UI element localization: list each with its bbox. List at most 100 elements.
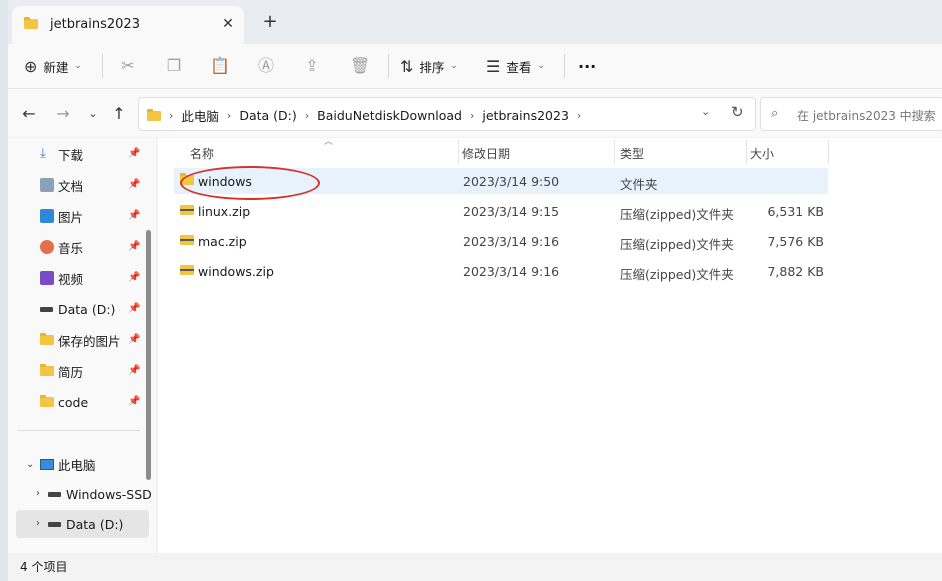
file-name: linux.zip <box>198 204 251 219</box>
drive-icon <box>48 487 62 501</box>
breadcrumb-item[interactable]: BaiduNetdiskDownload <box>317 108 462 123</box>
sidebar-item-label: 此电脑 <box>58 457 96 473</box>
sidebar-item-saved-pictures[interactable]: 保存的图片 📌 <box>16 326 144 354</box>
new-button-label: 新建 <box>43 59 69 75</box>
sidebar-item-resume[interactable]: 简历 📌 <box>16 357 144 385</box>
file-row-windows-zip[interactable]: windows.zip 2023/3/14 9:16 压缩(zipped)文件夹… <box>174 258 828 284</box>
rename-icon[interactable]: Ⓐ <box>256 56 276 76</box>
chevron-right-icon[interactable]: › <box>36 488 40 499</box>
folder-icon <box>40 364 54 378</box>
tab-strip: jetbrains2023 ✕ + <box>8 0 942 44</box>
more-options-button[interactable]: ··· <box>578 52 596 80</box>
toolbar-divider <box>564 54 565 78</box>
item-count: 4 个项目 <box>20 560 68 574</box>
folder-icon <box>40 395 54 409</box>
sort-button[interactable]: ⇅ 排序 ⌄ <box>400 52 458 80</box>
status-bar: 4 个项目 <box>8 553 942 581</box>
sidebar-item-data-d-drive[interactable]: › Data (D:) <box>16 510 149 538</box>
sort-ascending-icon: ︿ <box>324 137 334 147</box>
chevron-down-icon[interactable]: ⌄ <box>26 459 34 470</box>
chevron-right-icon[interactable]: › <box>227 109 231 122</box>
view-list-icon: ☰ <box>486 56 501 76</box>
recent-locations-chevron-icon[interactable]: ⌄ <box>82 103 104 125</box>
address-bar[interactable]: › 此电脑 › Data (D:) › BaiduNetdiskDownload… <box>138 97 756 131</box>
sidebar-scrollbar[interactable] <box>146 230 151 480</box>
tab-title: jetbrains2023 <box>50 17 140 32</box>
sidebar-item-label: Data (D:) <box>66 516 124 532</box>
chevron-right-icon[interactable]: › <box>577 109 581 122</box>
sort-button-label: 排序 <box>419 59 445 75</box>
column-header-size[interactable]: 大小 <box>750 140 774 166</box>
file-size: 6,531 KB <box>767 204 824 219</box>
tab-jetbrains2023[interactable]: jetbrains2023 ✕ <box>12 6 244 44</box>
sidebar-item-data-d[interactable]: Data (D:) 📌 <box>16 295 144 323</box>
delete-icon[interactable]: 🗑 <box>350 56 370 76</box>
column-divider[interactable] <box>746 140 747 164</box>
file-modified: 2023/3/14 9:15 <box>463 204 560 219</box>
pin-icon[interactable]: 📌 <box>128 396 140 407</box>
file-row-linux-zip[interactable]: linux.zip 2023/3/14 9:15 压缩(zipped)文件夹 6… <box>174 198 828 224</box>
file-size: 7,576 KB <box>767 234 824 249</box>
sidebar-item-documents[interactable]: 文档 📌 <box>16 171 144 199</box>
column-divider[interactable] <box>458 140 459 164</box>
annotation-ring <box>180 166 320 200</box>
computer-icon <box>40 457 54 471</box>
chevron-down-icon: ⌄ <box>450 61 458 71</box>
sidebar-item-label: 下载 <box>58 147 84 163</box>
pictures-icon <box>40 209 54 223</box>
pin-icon[interactable]: 📌 <box>128 148 140 159</box>
copy-icon[interactable]: ❐ <box>164 56 184 76</box>
chevron-right-icon[interactable]: › <box>305 109 309 122</box>
column-header-type[interactable]: 类型 <box>620 140 644 166</box>
column-divider[interactable] <box>614 140 615 164</box>
pin-icon[interactable]: 📌 <box>128 272 140 283</box>
close-tab-icon[interactable]: ✕ <box>218 14 238 34</box>
sidebar-item-downloads[interactable]: ⤓ 下载 📌 <box>16 140 144 168</box>
column-divider[interactable] <box>828 140 829 164</box>
file-size: 7,882 KB <box>767 264 824 279</box>
zip-folder-icon <box>180 205 194 215</box>
column-header-modified[interactable]: 修改日期 <box>462 140 510 166</box>
paste-icon[interactable]: 📋 <box>210 56 230 76</box>
file-name: windows.zip <box>198 264 274 279</box>
breadcrumb-item[interactable]: 此电脑 <box>181 106 219 125</box>
chevron-down-icon: ⌄ <box>74 61 82 71</box>
file-row-mac-zip[interactable]: mac.zip 2023/3/14 9:16 压缩(zipped)文件夹 7,5… <box>174 228 828 254</box>
chevron-right-icon[interactable]: › <box>470 109 474 122</box>
breadcrumb-item[interactable]: jetbrains2023 <box>482 108 569 123</box>
new-tab-button[interactable]: + <box>260 12 280 32</box>
refresh-icon[interactable]: ↻ <box>731 103 744 121</box>
sidebar-item-videos[interactable]: 视频 📌 <box>16 264 144 292</box>
pin-icon[interactable]: 📌 <box>128 179 140 190</box>
file-modified: 2023/3/14 9:16 <box>463 264 560 279</box>
forward-arrow-icon[interactable]: → <box>52 103 74 125</box>
download-icon: ⤓ <box>40 146 46 161</box>
sidebar-item-pictures[interactable]: 图片 📌 <box>16 202 144 230</box>
new-button[interactable]: ⊕ 新建 ⌄ <box>24 52 82 80</box>
sidebar-item-this-pc[interactable]: ⌄ 此电脑 <box>16 450 144 478</box>
music-icon <box>40 240 54 254</box>
chevron-right-icon[interactable]: › <box>36 518 40 529</box>
pin-icon[interactable]: 📌 <box>128 210 140 221</box>
up-arrow-icon[interactable]: ↑ <box>108 103 130 125</box>
sidebar-item-code[interactable]: code 📌 <box>16 388 144 416</box>
sidebar-item-windows-ssd[interactable]: › Windows-SSD <box>16 480 156 508</box>
pin-icon[interactable]: 📌 <box>128 334 140 345</box>
share-icon[interactable]: ⇪ <box>302 56 322 76</box>
view-button[interactable]: ☰ 查看 ⌄ <box>486 52 545 80</box>
back-arrow-icon[interactable]: ← <box>18 103 40 125</box>
cut-icon[interactable]: ✂ <box>118 56 138 76</box>
address-history-chevron-icon[interactable]: ⌄ <box>701 105 710 118</box>
chevron-down-icon: ⌄ <box>537 61 545 71</box>
breadcrumb-item[interactable]: Data (D:) <box>239 108 296 123</box>
document-icon <box>40 178 54 192</box>
column-header-name[interactable]: 名称 <box>190 140 214 166</box>
file-list-pane: 名称 修改日期 类型 大小 ︿ windows 2023/3/14 9:50 文… <box>158 137 942 553</box>
sidebar-item-label: 简历 <box>58 364 84 380</box>
sidebar-item-music[interactable]: 音乐 📌 <box>16 233 144 261</box>
pin-icon[interactable]: 📌 <box>128 303 140 314</box>
pin-icon[interactable]: 📌 <box>128 241 140 252</box>
search-placeholder: 在 jetbrains2023 中搜索 <box>797 109 936 123</box>
pin-icon[interactable]: 📌 <box>128 365 140 376</box>
search-box[interactable]: ⌕ 在 jetbrains2023 中搜索 <box>760 97 942 131</box>
